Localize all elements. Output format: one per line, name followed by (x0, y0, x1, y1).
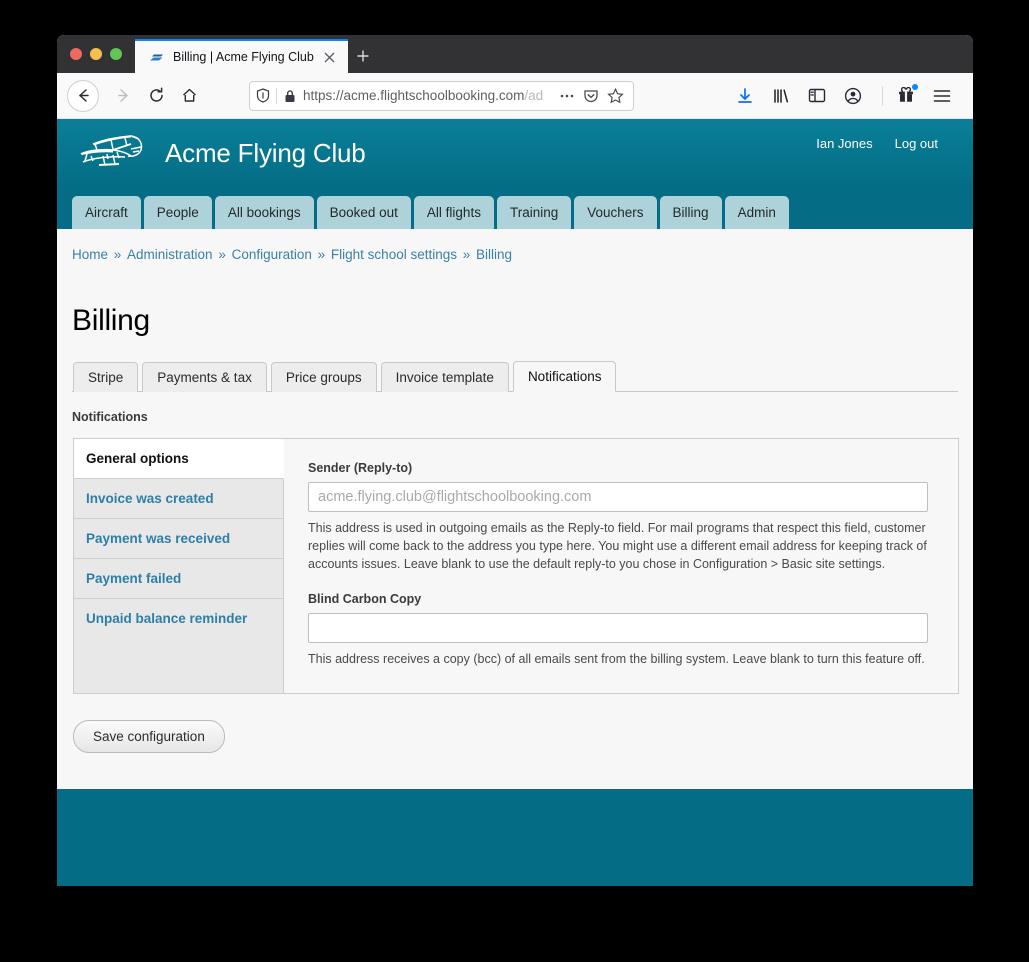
main-navigation: Aircraft People All bookings Booked out All … (57, 187, 973, 229)
download-icon[interactable] (730, 81, 760, 111)
toolbar-divider (882, 85, 883, 106)
sidebar-icon[interactable] (802, 81, 832, 111)
section-label: Notifications (72, 410, 148, 424)
breadcrumb-item-home[interactable]: Home (72, 247, 108, 262)
subtab-invoice-template[interactable]: Invoice template (380, 362, 509, 392)
plane-swoosh-favicon (148, 49, 164, 65)
home-icon[interactable] (174, 81, 204, 111)
sender-help-text: This address is used in outgoing emails … (308, 521, 927, 572)
logout-link[interactable]: Log out (895, 136, 938, 151)
reload-icon[interactable] (141, 81, 171, 111)
notification-tab-list: General options Invoice was created Paymen… (74, 439, 284, 693)
gift-icon[interactable] (891, 81, 921, 111)
nav-tab-training[interactable]: Training (496, 196, 572, 229)
sender-label: Sender (Reply-to) (308, 461, 413, 475)
star-icon[interactable] (603, 84, 627, 108)
biplane-logo-icon[interactable] (73, 132, 151, 174)
url-domain: https://acme.flightschoolbooking.com (303, 88, 525, 103)
user-name[interactable]: Ian Jones (816, 136, 872, 151)
breadcrumb-item-administration[interactable]: Administration (127, 247, 213, 262)
browser-tab[interactable]: Billing | Acme Flying Club (135, 39, 348, 73)
bcc-help-text: This address receives a copy (bcc) of al… (308, 652, 925, 667)
arrow-right-icon[interactable] (108, 81, 138, 111)
browser-navigation-toolbar: https://acme.flightschoolbooking.com/ad (57, 73, 973, 119)
breadcrumb-separator: » (313, 247, 329, 262)
bcc-input[interactable] (308, 613, 928, 644)
breadcrumb-separator: » (458, 247, 474, 262)
library-icon[interactable] (766, 81, 796, 111)
nav-tab-people[interactable]: People (143, 196, 212, 229)
save-row: Save configuration (73, 719, 958, 753)
nav-tab-vouchers[interactable]: Vouchers (574, 196, 657, 229)
nav-tab-all-flights[interactable]: All flights (413, 196, 494, 229)
close-icon[interactable] (320, 47, 340, 67)
breadcrumb-item-flight-school-settings[interactable]: Flight school settings (331, 247, 457, 262)
browser-tab-strip: Billing | Acme Flying Club (57, 35, 973, 73)
arrow-left-icon[interactable] (67, 79, 99, 112)
site-header: Acme Flying Club Ian Jones Log out (57, 119, 973, 187)
breadcrumb: Home » Administration » Configuration » … (72, 229, 958, 262)
new-tab-button[interactable] (348, 39, 378, 73)
subtab-notifications[interactable]: Notifications (512, 361, 617, 392)
toolbar-right-group (730, 81, 963, 111)
notification-tab-payment-failed[interactable]: Payment failed (74, 559, 283, 599)
url-text: https://acme.flightschoolbooking.com/ad (303, 88, 555, 103)
maximize-window-button[interactable] (110, 48, 122, 60)
breadcrumb-item-configuration[interactable]: Configuration (232, 247, 312, 262)
page-viewport: Acme Flying Club Ian Jones Log out Aircr… (57, 119, 973, 886)
page-content: Home » Administration » Configuration » … (57, 229, 973, 753)
hamburger-menu-icon[interactable] (927, 81, 957, 111)
pocket-icon[interactable] (579, 84, 603, 108)
user-links: Ian Jones Log out (816, 136, 958, 151)
gift-notification-badge (912, 83, 918, 90)
notification-tab-general-options[interactable]: General options (74, 439, 284, 479)
breadcrumb-separator: » (214, 247, 230, 262)
account-icon[interactable] (838, 81, 868, 111)
bcc-field-group: Blind Carbon Copy This address receives … (308, 592, 934, 668)
lock-icon[interactable] (277, 89, 303, 103)
subtab-price-groups[interactable]: Price groups (270, 362, 377, 392)
subtab-payments-tax[interactable]: Payments & tax (142, 362, 267, 392)
window-controls (57, 48, 135, 73)
notification-tab-payment-was-received[interactable]: Payment was received (74, 519, 283, 559)
ellipsis-icon[interactable] (555, 84, 579, 108)
save-configuration-button[interactable]: Save configuration (73, 719, 225, 753)
minimize-window-button[interactable] (90, 48, 102, 60)
notification-tab-unpaid-balance-reminder[interactable]: Unpaid balance reminder (74, 599, 283, 638)
breadcrumb-separator: » (110, 247, 126, 262)
nav-tab-billing[interactable]: Billing (659, 196, 722, 229)
close-window-button[interactable] (70, 48, 82, 60)
general-options-panel: Sender (Reply-to) This address is used i… (284, 439, 958, 693)
notification-tab-invoice-was-created[interactable]: Invoice was created (74, 479, 283, 519)
subtab-stripe[interactable]: Stripe (73, 362, 139, 392)
url-bar[interactable]: https://acme.flightschoolbooking.com/ad (249, 80, 634, 111)
nav-tab-aircraft[interactable]: Aircraft (72, 196, 141, 229)
notifications-panel: General options Invoice was created Paymen… (73, 438, 959, 694)
nav-tab-booked-out[interactable]: Booked out (316, 196, 411, 229)
browser-tab-title: Billing | Acme Flying Club (173, 50, 314, 64)
bcc-label: Blind Carbon Copy (308, 592, 422, 607)
breadcrumb-item-billing[interactable]: Billing (476, 247, 512, 262)
nav-tab-all-bookings[interactable]: All bookings (214, 196, 314, 229)
sender-input[interactable] (308, 482, 928, 512)
site-title: Acme Flying Club (165, 137, 366, 168)
billing-subtabs: Stripe Payments & tax Price groups Invoice … (72, 360, 958, 392)
nav-tab-admin[interactable]: Admin (724, 196, 789, 229)
browser-window: Billing | Acme Flying Club https://acme.… (57, 35, 973, 886)
shield-icon[interactable] (250, 88, 276, 103)
page-title: Billing (72, 304, 150, 337)
sender-field-group: Sender (Reply-to) This address is used i… (308, 461, 934, 573)
site-footer (57, 788, 973, 886)
url-path: /ad (524, 88, 544, 103)
